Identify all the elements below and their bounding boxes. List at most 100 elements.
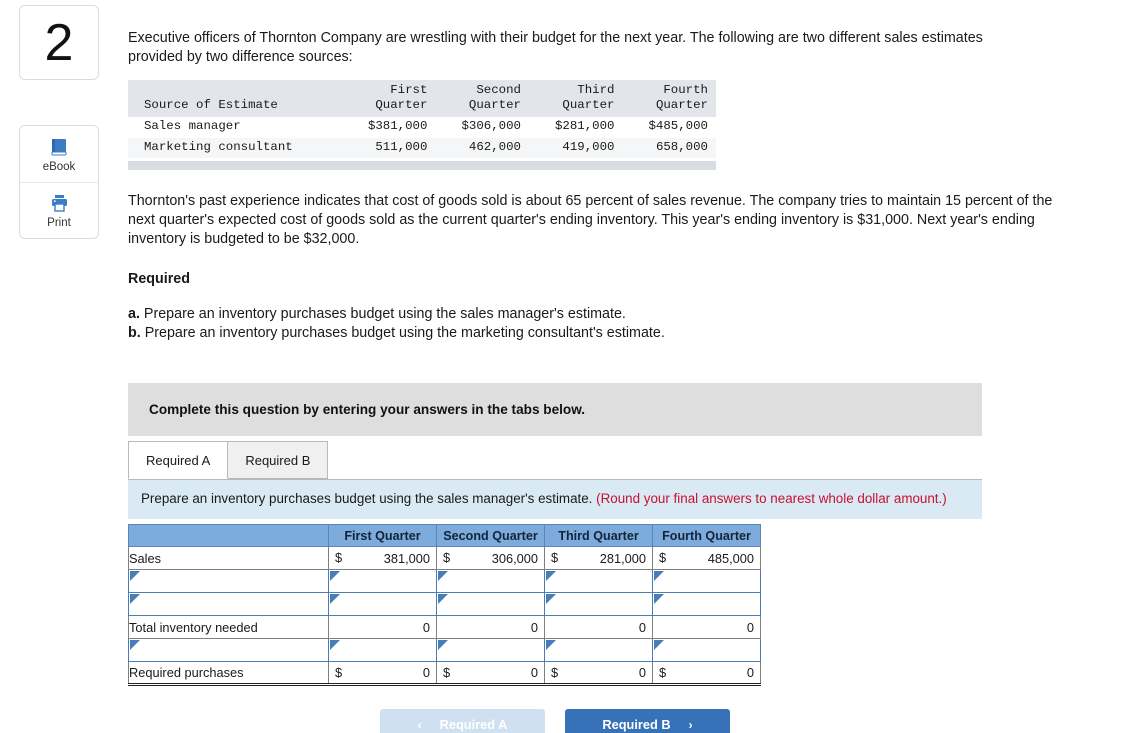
input-row5-q2[interactable] (436, 638, 545, 663)
currency-symbol: $ (443, 665, 451, 681)
input-row3-q1[interactable] (328, 592, 437, 617)
table-row: Required purchases $ 0 $ 0 $ 0 $ 0 (128, 661, 761, 687)
grid-header-q3: Third Quarter (544, 524, 653, 548)
input-row2-q2[interactable] (436, 569, 545, 594)
table-row (128, 592, 761, 617)
left-rail: 2 eBook Print (19, 5, 99, 239)
grid-header-q4: Fourth Quarter (652, 524, 761, 548)
table-row (128, 569, 761, 594)
row-label-required-purchases: Required purchases (128, 661, 329, 687)
instruction-bar: Prepare an inventory purchases budget us… (128, 480, 982, 520)
cell-q1: 511,000 (341, 137, 436, 159)
currency-symbol: $ (443, 550, 451, 566)
cell-value: 0 (422, 619, 430, 635)
cell-value: 0 (422, 665, 430, 681)
cell-value: 0 (746, 619, 754, 635)
cell-q2: $306,000 (461, 119, 521, 134)
tab-required-b[interactable]: Required B (227, 441, 329, 480)
input-row3-q2[interactable] (436, 592, 545, 617)
instruction-note: (Round your final answers to nearest who… (596, 491, 947, 507)
estimate-table: Source of Estimate First Quarter Second … (128, 80, 716, 159)
input-row5-label[interactable] (128, 638, 329, 663)
currency-symbol: $ (659, 665, 667, 681)
purchases-q4-cell: $ 0 (652, 661, 761, 687)
sales-q4-cell: $ 485,000 (652, 546, 761, 571)
required-item-b: b. Prepare an inventory purchases budget… (128, 324, 1108, 343)
tool-group: eBook Print (19, 125, 99, 239)
question-intro: Executive officers of Thornton Company a… (128, 30, 983, 65)
currency-symbol: $ (551, 665, 559, 681)
input-row2-q4[interactable] (652, 569, 761, 594)
answer-grid-header-row: First Quarter Second Quarter Third Quart… (128, 524, 761, 548)
required-list: a. Prepare an inventory purchases budget… (128, 305, 1108, 342)
input-row5-q1[interactable] (328, 638, 437, 663)
table-row: Sales $ 381,000 $ 306,000 $ 281,000 $ 48… (128, 546, 761, 571)
prev-button-label: Required A (439, 717, 508, 733)
question-paragraph: Thornton's past experience indicates tha… (128, 193, 1053, 248)
required-marker-b: b. (128, 324, 141, 341)
cell-q4: $485,000 (648, 119, 709, 134)
required-marker-a: a. (128, 306, 140, 323)
currency-symbol: $ (335, 550, 343, 566)
sales-q2-cell: $ 306,000 (436, 546, 545, 571)
input-row3-q3[interactable] (544, 592, 653, 617)
table-row: Marketing consultant 511,000 462,000 419… (128, 137, 716, 159)
input-row3-label[interactable] (128, 592, 329, 617)
cell-q3: 419,000 (528, 137, 623, 159)
chevron-right-icon: › (688, 717, 693, 732)
tab-required-a-label: Required A (146, 452, 211, 468)
table-footer-bar (128, 161, 716, 171)
cell-value: 485,000 (707, 550, 754, 566)
row-label: Marketing consultant (128, 137, 342, 159)
cell-q3: $281,000 (554, 119, 615, 134)
input-row2-q3[interactable] (544, 569, 653, 594)
question-page: 2 eBook Print Executive officers of Thor… (0, 0, 1132, 733)
required-item-a: a. Prepare an inventory purchases budget… (128, 305, 1108, 324)
cell-value: 0 (746, 665, 754, 681)
col-header-q3: Third Quarter (528, 80, 623, 118)
purchases-q2-cell: $ 0 (436, 661, 545, 687)
total-q1-cell: 0 (328, 615, 437, 640)
ebook-button[interactable]: eBook (20, 126, 98, 182)
table-row (128, 638, 761, 663)
input-row2-label[interactable] (128, 569, 329, 594)
cell-value: 0 (530, 665, 538, 681)
print-button[interactable]: Print (20, 182, 98, 238)
grid-header-q1: First Quarter (328, 524, 437, 548)
purchases-q3-cell: $ 0 (544, 661, 653, 687)
banner-text: Complete this question by entering your … (149, 402, 586, 418)
input-row2-q1[interactable] (328, 569, 437, 594)
next-required-b-button[interactable]: Required B › (565, 709, 730, 733)
cell-q4: 658,000 (622, 137, 716, 159)
printer-icon (48, 192, 70, 214)
currency-symbol: $ (659, 550, 667, 566)
cell-value: 0 (638, 665, 646, 681)
col-header-q2: Second Quarter (435, 80, 529, 118)
question-number: 2 (44, 13, 74, 72)
cell-value: 306,000 (491, 550, 538, 566)
currency-symbol: $ (335, 665, 343, 681)
input-row3-q4[interactable] (652, 592, 761, 617)
grid-header-blank (128, 524, 329, 548)
tab-required-a[interactable]: Required A (128, 441, 229, 480)
next-button-label: Required B (602, 717, 671, 733)
input-row5-q3[interactable] (544, 638, 653, 663)
prev-required-a-button[interactable]: ‹ Required A (380, 709, 545, 733)
tab-required-b-label: Required B (245, 452, 311, 468)
question-number-box: 2 (19, 5, 99, 80)
complete-question-banner: Complete this question by entering your … (128, 383, 982, 437)
print-label: Print (47, 217, 71, 229)
book-icon (48, 136, 70, 158)
nav-button-row: ‹ Required A Required B › (128, 709, 982, 733)
currency-symbol: $ (551, 550, 559, 566)
grid-header-q2: Second Quarter (436, 524, 545, 548)
table-row: Sales manager $381,000 $306,000 $281,000… (128, 117, 716, 138)
instruction-main: Prepare an inventory purchases budget us… (141, 491, 593, 507)
cell-q2: 462,000 (435, 137, 529, 159)
tab-bar: Required A Required B (128, 440, 982, 481)
table-header-row: Source of Estimate First Quarter Second … (128, 80, 716, 118)
col-header-q1: First Quarter (341, 80, 436, 118)
input-row5-q4[interactable] (652, 638, 761, 663)
row-label: Sales manager (144, 119, 241, 134)
sales-q1-cell: $ 381,000 (328, 546, 437, 571)
